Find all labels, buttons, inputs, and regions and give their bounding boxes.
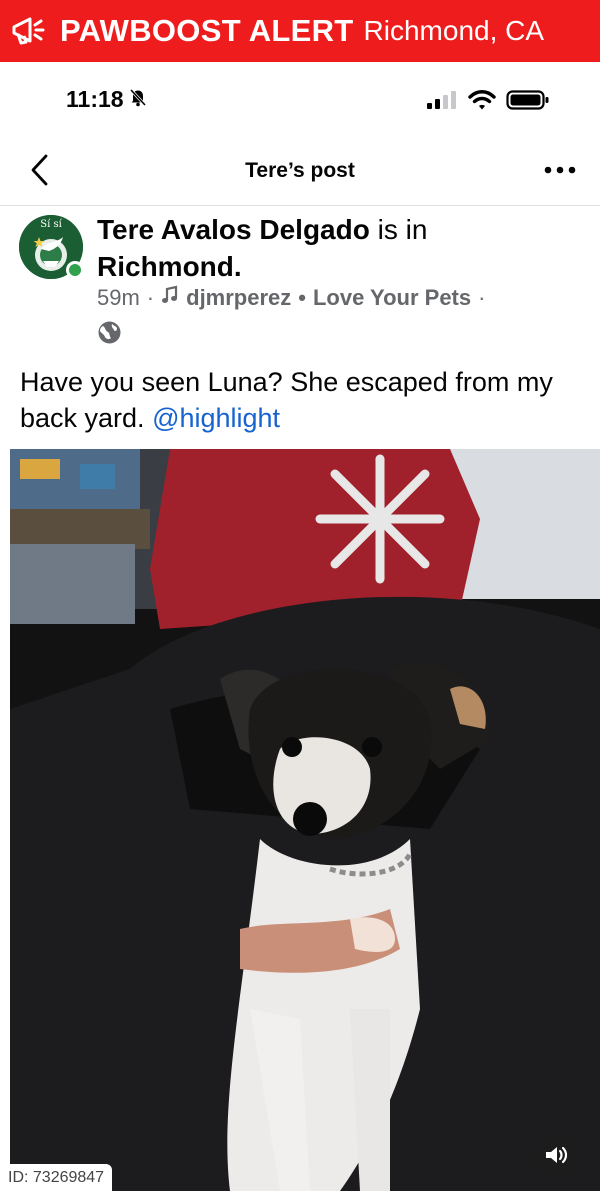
bell-slash-icon <box>128 86 148 113</box>
meta-bullet: • <box>298 285 306 310</box>
speaker-icon <box>544 1144 570 1171</box>
music-user[interactable]: djmrperez <box>186 285 291 311</box>
more-options-button[interactable] <box>540 154 580 188</box>
signal-icon <box>426 90 458 115</box>
post-timestamp[interactable]: 59m <box>97 285 140 311</box>
status-icons <box>426 89 550 116</box>
post-meta: 59m · djmrperez • Love Your Pets · <box>97 285 485 311</box>
status-time-group: 11:18 <box>66 86 148 113</box>
post-photo[interactable] <box>10 449 600 1191</box>
page-title: Tere’s post <box>245 159 355 182</box>
mention-link[interactable]: @highlight <box>152 403 280 433</box>
post-header: Tere’s post <box>0 142 600 206</box>
sound-toggle-button[interactable] <box>533 1133 581 1181</box>
check-in-place[interactable]: Richmond <box>97 251 234 282</box>
avatar-text: Sí sí <box>40 219 62 230</box>
listing-id-badge: ID: 73269847 <box>0 1164 113 1191</box>
meta-separator: · <box>146 285 155 310</box>
status-bar: 11:18 <box>0 62 600 142</box>
check-in-place-suffix: . <box>233 251 242 282</box>
more-dots-icon <box>544 162 576 180</box>
megaphone-icon <box>6 9 50 53</box>
post-text: Have you seen Luna? She escaped from my … <box>20 364 580 436</box>
post-body: Have you seen Luna? She escaped from my … <box>20 367 553 433</box>
dog-photo-image <box>10 449 600 1191</box>
status-time: 11:18 <box>66 86 124 112</box>
alert-title: PAWBOOST ALERT <box>60 13 354 48</box>
alert-banner: PAWBOOST ALERT Richmond, CA <box>0 0 600 62</box>
check-in-prefix: is in <box>369 214 428 245</box>
globe-icon <box>97 320 122 345</box>
author-name[interactable]: Tere Avalos Delgado <box>97 214 370 245</box>
wifi-icon <box>468 89 496 116</box>
meta-separator-2: · <box>478 285 486 310</box>
battery-icon <box>506 89 550 116</box>
music-note-icon <box>161 285 179 311</box>
song-title[interactable]: Love Your Pets <box>313 285 471 311</box>
online-status-dot <box>66 261 84 279</box>
alert-location: Richmond, CA <box>363 15 545 46</box>
author-line: Tere Avalos Delgado is in Richmond. <box>97 211 577 285</box>
